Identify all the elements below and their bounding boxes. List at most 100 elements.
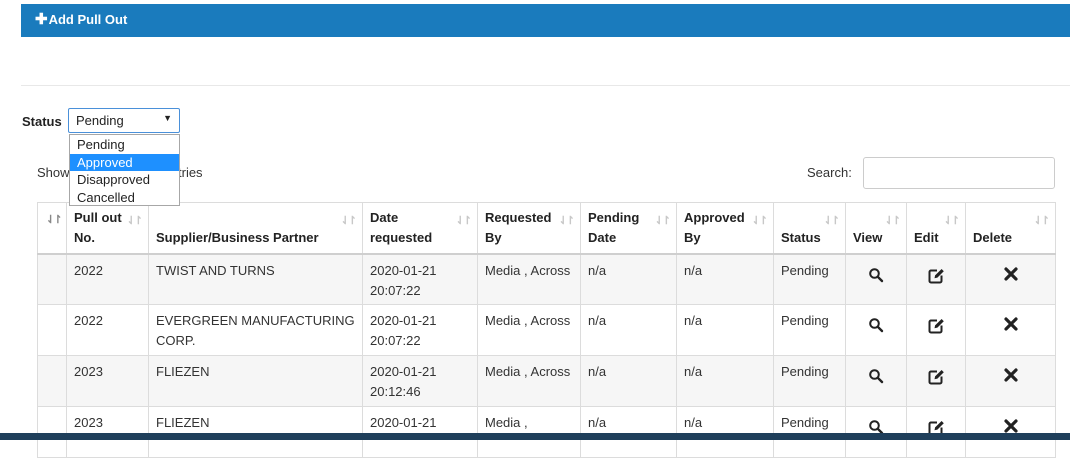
status-option-approved[interactable]: Approved [70,153,179,171]
column-header-approved-by[interactable]: Approved By ⇃↾ [676,202,774,255]
delete-cell [965,253,1056,305]
delete-x-icon[interactable] [1003,368,1018,388]
search-label: Search: [807,165,852,180]
plus-icon: ✚ [35,11,48,28]
sort-icon: ⇃↾ [340,215,358,227]
cell-pending-date: n/a [580,406,677,458]
status-select[interactable]: Pending ▼ [68,108,180,133]
cell-status: Pending [773,253,846,305]
status-option-disapproved[interactable]: Disapproved [70,171,179,189]
table-row: 2023 FLIEZEN 2020-01-21 Media , n/a n/a Pendin… [37,406,1056,458]
cell-requested-by: Media , Across [477,304,581,356]
cell-status: Pending [773,355,846,407]
cell-requested-by: Media , Across [477,253,581,305]
column-header-requested-by[interactable]: Requested By ⇃↾ [477,202,581,255]
status-option-cancelled[interactable]: Cancelled [70,189,179,207]
delete-cell [965,304,1056,356]
sort-icon: ⇃↾ [823,215,841,227]
header-bar: ✚ Add Pull Out [21,4,1070,37]
column-header-date-requested[interactable]: Date requested ⇃↾ [362,202,478,255]
view-search-icon[interactable] [868,368,884,390]
edit-cell [906,355,966,407]
cell-supplier: TWIST AND TURNS [148,253,363,305]
cell-approved-by: n/a [676,304,774,356]
cell-date-requested: 2020-01-21 20:07:22 [362,253,478,305]
delete-x-icon[interactable] [1003,317,1018,337]
view-cell [845,406,907,458]
column-header-view[interactable]: View ⇃↾ [845,202,907,255]
edit-icon[interactable] [927,368,945,392]
sort-icon: ⇃↾ [654,215,672,227]
row-index-cell [37,253,67,305]
column-header-pull-out-no[interactable]: Pull out No. ⇃↾ [66,202,149,255]
edit-cell [906,406,966,458]
table-row: 2022 EVERGREEN MANUFACTURING CORP. 2020-01… [37,304,1056,356]
pull-out-table: ⇃↾ Pull out No. ⇃↾ Supplier/Business Part… [37,202,1056,458]
cell-date-requested: 2020-01-21 [362,406,478,458]
sort-icon: ⇃↾ [1033,215,1051,227]
cell-pending-date: n/a [580,253,677,305]
delete-cell [965,355,1056,407]
cell-date-requested: 2020-01-21 20:07:22 [362,304,478,356]
edit-icon[interactable] [927,317,945,341]
cell-pending-date: n/a [580,355,677,407]
view-search-icon[interactable] [868,267,884,289]
cell-status: Pending [773,406,846,458]
add-pull-out-button[interactable]: ✚ Add Pull Out [21,4,142,34]
cell-approved-by: n/a [676,355,774,407]
cell-status: Pending [773,304,846,356]
row-index-cell [37,304,67,356]
delete-x-icon[interactable] [1003,266,1018,287]
row-index-cell [37,355,67,407]
view-cell [845,304,907,356]
cell-requested-by: Media , [477,406,581,458]
status-filter-label: Status [22,114,62,129]
dropdown-arrow-icon: ▼ [163,113,172,123]
column-header-index[interactable]: ⇃↾ [37,202,67,255]
view-cell [845,355,907,407]
add-pull-out-label: Add Pull Out [48,11,128,27]
edit-cell [906,253,966,305]
column-header-pending-date[interactable]: Pending Date ⇃↾ [580,202,677,255]
cell-supplier: FLIEZEN [148,355,363,407]
delete-cell [965,406,1056,458]
search-input[interactable] [863,157,1055,189]
cell-approved-by: n/a [676,406,774,458]
status-select-value: Pending [76,113,124,128]
show-entries-label: Show [37,165,70,180]
bottom-bar [0,433,1070,440]
edit-icon[interactable] [927,267,945,291]
row-index-cell [37,406,67,458]
cell-date-requested: 2020-01-21 20:12:46 [362,355,478,407]
edit-cell [906,304,966,356]
sort-icon: ⇃↾ [884,215,902,227]
cell-supplier: EVERGREEN MANUFACTURING CORP. [148,304,363,356]
table-row: 2022 TWIST AND TURNS 2020-01-21 20:07:22 Me… [37,253,1056,305]
view-cell [845,253,907,305]
cell-pull-out-no: 2022 [66,253,149,305]
sort-icon: ⇃↾ [943,215,961,227]
table-header-row: ⇃↾ Pull out No. ⇃↾ Supplier/Business Part… [37,202,1056,255]
column-header-status[interactable]: Status ⇃↾ [773,202,846,255]
cell-pull-out-no: 2022 [66,304,149,356]
status-dropdown-list: Pending Approved Disapproved Cancelled [69,134,180,206]
view-search-icon[interactable] [868,317,884,339]
cell-pending-date: n/a [580,304,677,356]
sort-icon: ⇃↾ [558,215,576,227]
column-header-edit[interactable]: Edit ⇃↾ [906,202,966,255]
divider [21,85,1070,86]
sort-icon: ⇃↾ [751,215,769,227]
column-header-delete[interactable]: Delete ⇃↾ [965,202,1056,255]
status-option-pending[interactable]: Pending [70,136,179,154]
sort-icon: ⇃↾ [46,214,63,226]
cell-approved-by: n/a [676,253,774,305]
cell-pull-out-no: 2023 [66,355,149,407]
table-row: 2023 FLIEZEN 2020-01-21 20:12:46 Media , Ac… [37,355,1056,407]
entries-label: tries [178,165,203,180]
cell-pull-out-no: 2023 [66,406,149,458]
column-header-supplier[interactable]: Supplier/Business Partner ⇃↾ [148,202,363,255]
cell-supplier: FLIEZEN [148,406,363,458]
sort-icon: ⇃↾ [126,215,144,227]
sort-icon: ⇃↾ [455,215,473,227]
cell-requested-by: Media , Across [477,355,581,407]
